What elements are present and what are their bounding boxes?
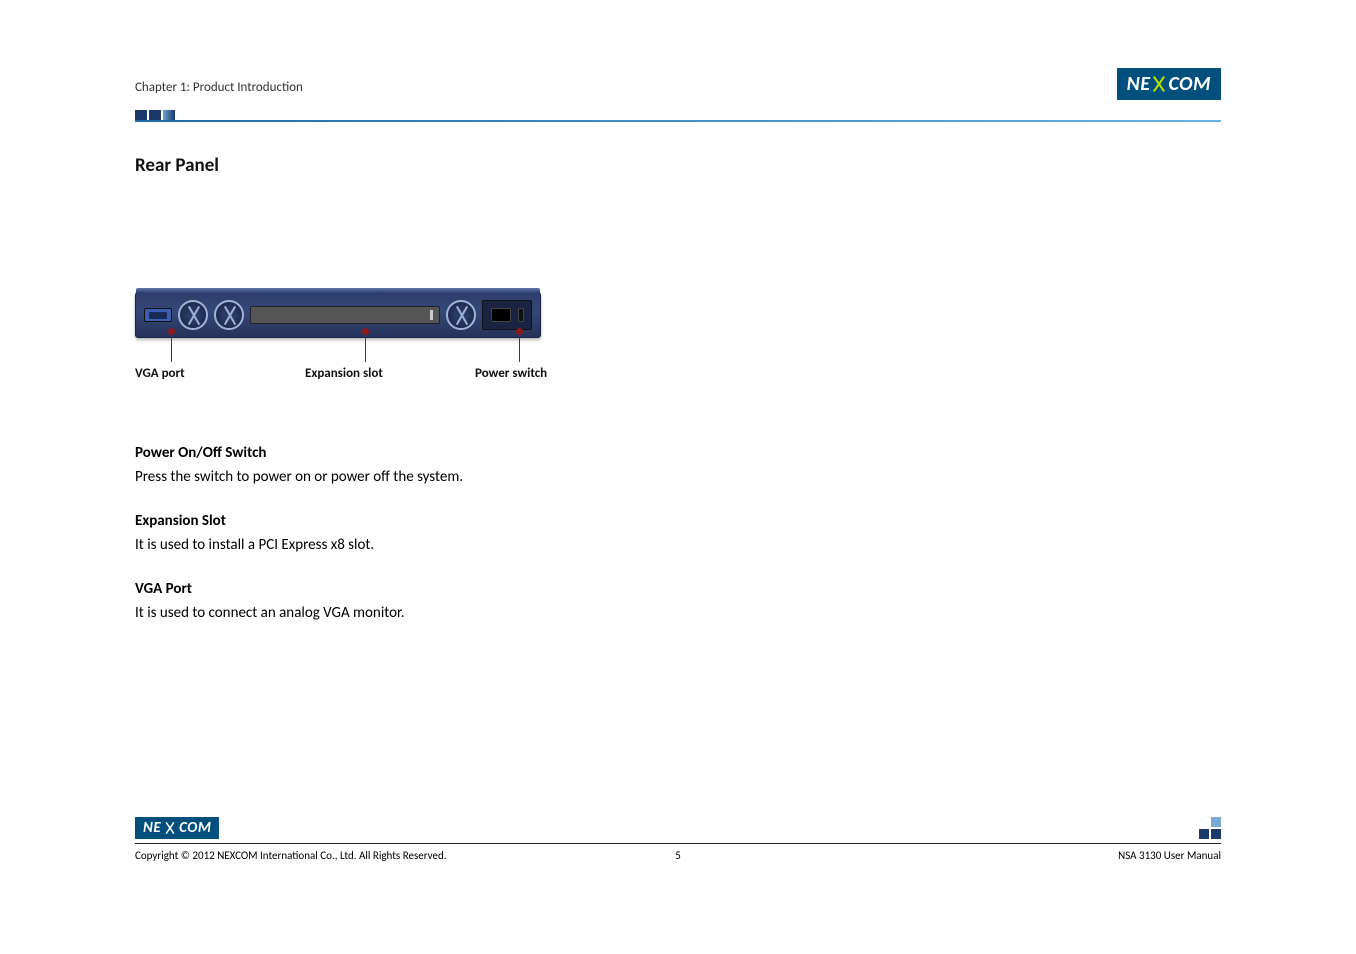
diagram-label-slot: Expansion slot [305, 366, 475, 381]
callout-line [519, 332, 520, 362]
logo-text-prefix: NE [1127, 72, 1151, 96]
text-expansion-slot: It is used to install a PCI Express x8 s… [135, 534, 1221, 557]
callout-line [365, 332, 366, 362]
header-rule [135, 120, 1221, 122]
footer-copyright: Copyright © 2012 NEXCOM International Co… [135, 849, 447, 862]
footer-rule [135, 843, 1221, 844]
text-power-switch: Press the switch to power on or power of… [135, 466, 1221, 489]
heading-expansion-slot: Expansion Slot [135, 510, 1221, 533]
section-title: Rear Panel [135, 154, 1221, 177]
logo-x-icon [1151, 76, 1167, 92]
diagram-power-module [482, 300, 532, 330]
logo-text-prefix: NE [143, 819, 161, 837]
header-decor [135, 110, 175, 120]
brand-logo-footer: NE COM [135, 817, 219, 839]
logo-x-icon [164, 822, 176, 834]
text-vga-port: It is used to connect an analog VGA moni… [135, 602, 1221, 625]
footer-page-number: 5 [675, 849, 681, 862]
rear-panel-diagram: VGA port Expansion slot Power switch [135, 292, 585, 412]
diagram-fan-icon [214, 300, 244, 330]
heading-power-switch: Power On/Off Switch [135, 442, 1221, 465]
diagram-fan-icon [446, 300, 476, 330]
diagram-label-vga: VGA port [135, 366, 305, 381]
diagram-expansion-slot [250, 306, 440, 324]
footer-decor [1199, 817, 1221, 839]
heading-vga-port: VGA Port [135, 578, 1221, 601]
diagram-vga-port [144, 308, 172, 322]
diagram-fan-icon [178, 300, 208, 330]
logo-text-suffix: COM [1168, 72, 1211, 96]
brand-logo-top: NE COM [1117, 68, 1221, 100]
chapter-heading: Chapter 1: Product Introduction [135, 80, 1221, 95]
callout-line [171, 332, 172, 362]
footer-doc-title: NSA 3130 User Manual [1118, 849, 1221, 862]
diagram-label-power: Power switch [475, 366, 585, 381]
logo-text-suffix: COM [179, 819, 211, 837]
